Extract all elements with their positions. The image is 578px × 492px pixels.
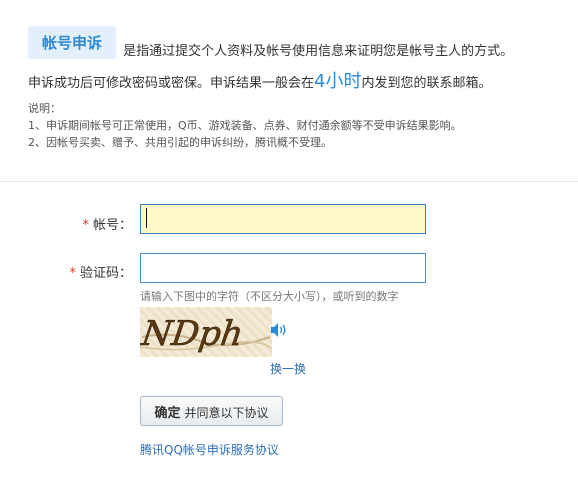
intro-line-1: 是指通过提交个人资料及帐号使用信息来证明您是帐号主人的方式。 <box>123 44 514 59</box>
intro-line-2-after: 内发到您的联系邮箱。 <box>361 76 492 91</box>
captcha-image: NDph <box>140 307 272 357</box>
captcha-hint: 请输入下图中的字符（不区分大小写），或听到的数字 <box>140 290 399 303</box>
captcha-image-art: NDph <box>140 314 272 354</box>
text-cursor <box>146 208 147 228</box>
speaker-icon[interactable] <box>270 322 288 338</box>
notes-title: 说明： <box>28 102 61 115</box>
notes-item: 2、因帐号买卖、赠予、共用引起的申诉纠纷，腾讯概不受理。 <box>28 136 332 149</box>
intro-line-2-before: 申诉成功后可修改密码或密保。申诉结果一般会在 <box>28 76 315 91</box>
captcha-label-text: 验证码： <box>79 266 132 281</box>
submit-button[interactable]: 确定 并同意以下协议 <box>140 396 283 426</box>
intro-time-highlight: 4小时 <box>314 71 362 92</box>
intro-section: 帐号申诉 是指通过提交个人资料及帐号使用信息来证明您是帐号主人的方式。 申诉成功… <box>28 26 568 93</box>
captcha-label: * 验证码： <box>52 262 132 281</box>
required-mark: * <box>82 218 89 233</box>
captcha-text: NDph <box>140 314 246 354</box>
notes-section: 说明： 1、申诉期间帐号可正常使用，Q币、游戏装备、点券、财付通余额等不受申诉结… <box>28 100 462 151</box>
intro-line-2: 申诉成功后可修改密码或密保。申诉结果一般会在4小时内发到您的联系邮箱。 <box>28 67 568 93</box>
section-divider <box>0 181 578 182</box>
account-input[interactable] <box>140 204 426 234</box>
agreement-link[interactable]: 腾讯QQ帐号申诉服务协议 <box>140 441 279 458</box>
account-label: * 帐号： <box>52 214 132 233</box>
account-label-text: 帐号： <box>92 218 132 233</box>
required-mark: * <box>69 266 76 281</box>
refresh-captcha-link[interactable]: 换一换 <box>270 360 306 377</box>
captcha-input[interactable] <box>140 253 426 283</box>
appeal-badge: 帐号申诉 <box>28 26 117 59</box>
submit-button-main: 确定 <box>154 405 181 421</box>
submit-button-sub: 并同意以下协议 <box>184 405 269 420</box>
notes-item: 1、申诉期间帐号可正常使用，Q币、游戏装备、点券、财付通余额等不受申诉结果影响。 <box>28 119 462 132</box>
